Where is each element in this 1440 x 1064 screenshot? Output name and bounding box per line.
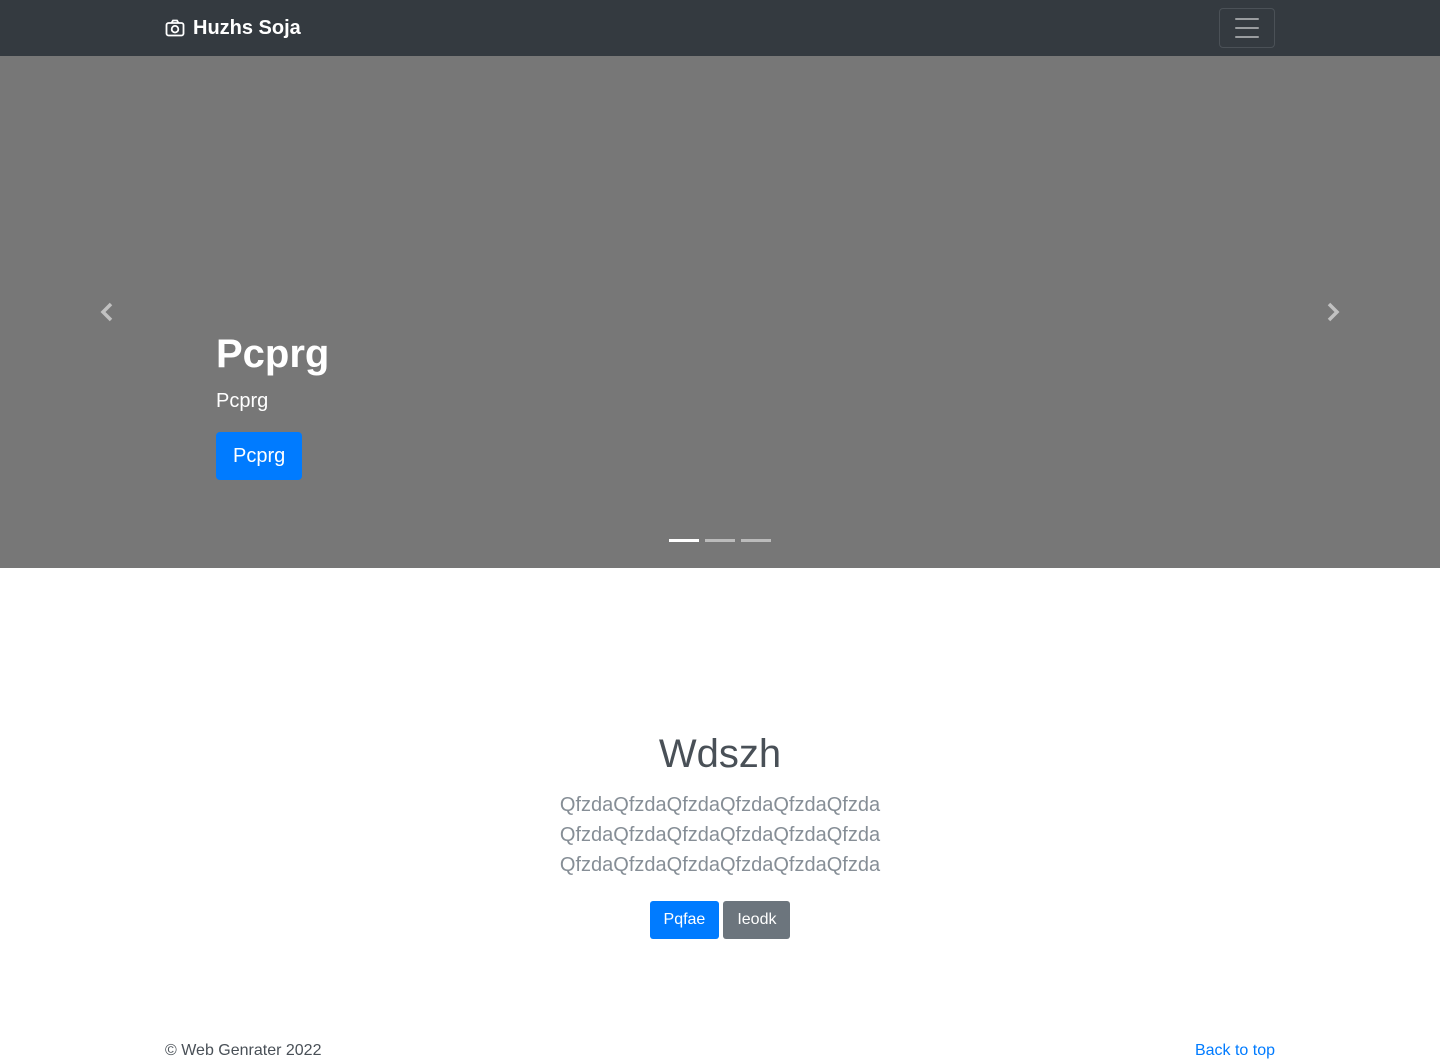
primary-button[interactable]: Pqfae bbox=[649, 901, 720, 939]
chevron-left-icon bbox=[100, 302, 113, 322]
slide-heading: Pcprg bbox=[216, 332, 330, 376]
secondary-button[interactable]: Ieodk bbox=[723, 901, 791, 939]
footer-copyright: © Web Genrater 2022 bbox=[165, 1042, 322, 1059]
jumbotron-text: QfzdaQfzdaQfzdaQfzdaQfzdaQfzda QfzdaQfzd… bbox=[0, 790, 1440, 880]
jumbotron-line: QfzdaQfzdaQfzdaQfzdaQfzdaQfzda bbox=[559, 824, 881, 846]
carousel-next-button[interactable] bbox=[1224, 56, 1440, 568]
jumbotron-buttons: Pqfae Ieodk bbox=[0, 901, 1440, 939]
hamburger-icon-bar bbox=[1235, 36, 1259, 38]
slide-text: Pcprg bbox=[216, 390, 269, 412]
carousel-indicator-2[interactable] bbox=[705, 539, 735, 542]
carousel: Pcprg Pcprg Pcprg bbox=[0, 56, 1440, 568]
carousel-indicator-1[interactable] bbox=[669, 539, 699, 542]
jumbotron-line: QfzdaQfzdaQfzdaQfzdaQfzdaQfzda bbox=[559, 794, 881, 816]
navbar-toggler-button[interactable] bbox=[1219, 8, 1275, 48]
brand-link[interactable]: Huzhs Soja bbox=[165, 0, 301, 56]
carousel-indicators bbox=[0, 539, 1440, 542]
jumbotron-line: QfzdaQfzdaQfzdaQfzdaQfzdaQfzda bbox=[559, 854, 881, 876]
camera-icon bbox=[165, 19, 185, 37]
hamburger-icon-bar bbox=[1235, 18, 1259, 20]
slide-cta-button[interactable]: Pcprg bbox=[216, 432, 303, 480]
jumbotron: Wdszh QfzdaQfzdaQfzdaQfzdaQfzdaQfzda Qfz… bbox=[0, 720, 1440, 939]
carousel-indicator-3[interactable] bbox=[741, 539, 771, 542]
carousel-prev-button[interactable] bbox=[0, 56, 216, 568]
brand-text: Huzhs Soja bbox=[193, 16, 301, 39]
jumbotron-heading: Wdszh bbox=[658, 732, 782, 776]
back-to-top-link[interactable]: Back to top bbox=[1195, 1042, 1275, 1060]
navbar: Huzhs Soja bbox=[0, 0, 1440, 56]
footer: © Web Genrater 2022 Back to top bbox=[165, 1042, 1275, 1062]
chevron-right-icon bbox=[1327, 302, 1340, 322]
hamburger-icon-bar bbox=[1235, 27, 1259, 29]
carousel-caption: Pcprg Pcprg Pcprg bbox=[216, 328, 329, 480]
